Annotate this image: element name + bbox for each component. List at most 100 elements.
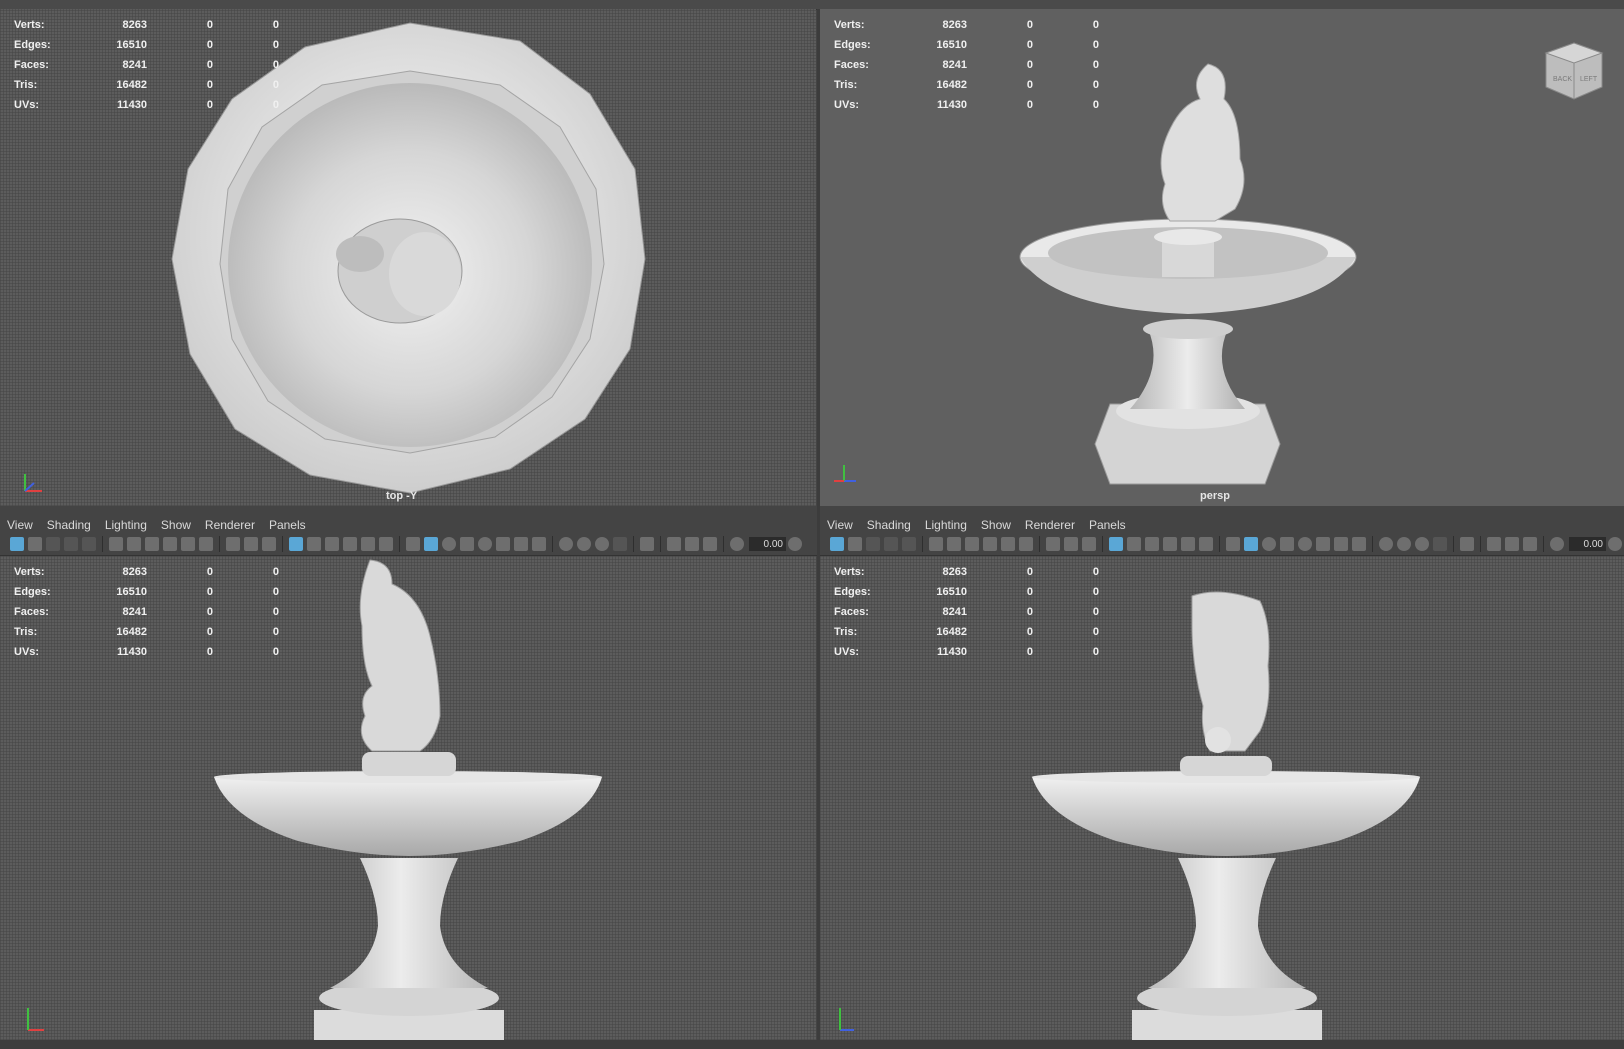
antialias-icon[interactable] — [1298, 537, 1312, 551]
flat-shade-icon[interactable] — [343, 537, 357, 551]
menu-item-panels[interactable]: Panels — [1082, 518, 1133, 532]
gamma-icon[interactable] — [1608, 537, 1622, 551]
bounding-box-icon[interactable] — [1181, 537, 1195, 551]
menu-item-panels[interactable]: Panels — [262, 518, 313, 532]
menu-item-show[interactable]: Show — [974, 518, 1018, 532]
grid-toggle-icon[interactable] — [289, 537, 303, 551]
menu-item-renderer[interactable]: Renderer — [198, 518, 262, 532]
view-cube-icon[interactable]: BACK LEFT — [1540, 37, 1610, 107]
use-default-material-icon[interactable] — [1505, 537, 1519, 551]
motion-blur-icon[interactable] — [460, 537, 474, 551]
select-camera-icon[interactable] — [10, 537, 24, 551]
camera-bookmark-icon[interactable] — [965, 537, 979, 551]
isolate-icon[interactable] — [559, 537, 573, 551]
xray-active-icon[interactable] — [613, 537, 627, 551]
exposure-icon[interactable] — [1550, 537, 1564, 551]
menu-item-lighting[interactable]: Lighting — [918, 518, 974, 532]
shadows-icon[interactable] — [1244, 537, 1258, 551]
textured-icon[interactable] — [1199, 537, 1213, 551]
textured-icon[interactable] — [379, 537, 393, 551]
menu-item-renderer[interactable]: Renderer — [1018, 518, 1082, 532]
2d-pan-icon[interactable] — [82, 537, 96, 551]
wireframe-on-shaded-icon[interactable] — [640, 537, 654, 551]
menu-item-lighting[interactable]: Lighting — [98, 518, 154, 532]
menu-item-show[interactable]: Show — [154, 518, 198, 532]
ambient-occlusion-icon[interactable] — [1262, 537, 1276, 551]
field-chart-icon[interactable] — [1046, 537, 1060, 551]
isolate-select-icon[interactable] — [577, 537, 591, 551]
safe-action-icon[interactable] — [1064, 537, 1078, 551]
film-gate-icon[interactable] — [983, 537, 997, 551]
lock-camera-icon[interactable] — [947, 537, 961, 551]
gate-mask-icon[interactable] — [1019, 537, 1033, 551]
resolution-gate-icon[interactable] — [181, 537, 195, 551]
field-chart-icon[interactable] — [226, 537, 240, 551]
depth-of-field-icon[interactable] — [1316, 537, 1330, 551]
lock-camera-icon[interactable] — [127, 537, 141, 551]
bookmark-icon[interactable] — [46, 537, 60, 551]
hud-stat-triangles: 0 — [1092, 646, 1099, 658]
safe-action-icon[interactable] — [244, 537, 258, 551]
default-light-icon[interactable] — [1523, 537, 1537, 551]
bounding-box-icon[interactable] — [361, 537, 375, 551]
xray-joints-icon[interactable] — [1352, 537, 1366, 551]
select-camera-icon[interactable] — [830, 537, 844, 551]
camera-attr-icon[interactable] — [28, 537, 42, 551]
flat-shade-icon[interactable] — [1163, 537, 1177, 551]
viewport-top[interactable]: Verts: 8263 0 0 Edges: 16510 0 0 Faces: 8241 0 0 Tri… — [0, 9, 816, 506]
default-light-icon[interactable] — [703, 537, 717, 551]
2d-pan-icon[interactable] — [902, 537, 916, 551]
wireframe-on-shaded-icon[interactable] — [1460, 537, 1474, 551]
motion-blur-icon[interactable] — [1280, 537, 1294, 551]
hud-stat-value: 8263 — [942, 19, 967, 31]
lighting-icon[interactable] — [1226, 537, 1240, 551]
xray-icon[interactable] — [514, 537, 528, 551]
gamma-icon[interactable] — [788, 537, 802, 551]
exposure-input[interactable]: 0.00 — [1569, 537, 1606, 551]
menu-item-view[interactable]: View — [0, 518, 40, 532]
shadows-icon[interactable] — [424, 537, 438, 551]
xray-active-icon[interactable] — [1433, 537, 1447, 551]
backface-icon[interactable] — [667, 537, 681, 551]
viewport-persp[interactable]: Verts: 8263 0 0 Edges: 16510 0 0 Faces: 8241 0 0 Tri… — [820, 9, 1624, 506]
isolate-select-icon[interactable] — [1397, 537, 1411, 551]
camera-attr-icon[interactable] — [848, 537, 862, 551]
menu-item-shading[interactable]: Shading — [40, 518, 98, 532]
viewport-front[interactable]: Verts: 8263 0 0 Edges: 16510 0 0 Faces: 8241 0 0 Tri… — [0, 556, 816, 1040]
use-default-material-icon[interactable] — [685, 537, 699, 551]
depth-of-field-icon[interactable] — [496, 537, 510, 551]
ambient-occlusion-icon[interactable] — [442, 537, 456, 551]
resolution-gate-icon[interactable] — [1001, 537, 1015, 551]
backface-icon[interactable] — [1487, 537, 1501, 551]
lighting-icon[interactable] — [406, 537, 420, 551]
viewport-divider[interactable] — [817, 9, 820, 1040]
image-plane-icon[interactable] — [64, 537, 78, 551]
gate-mask-icon[interactable] — [199, 537, 213, 551]
hud-icon[interactable] — [595, 537, 609, 551]
isolate-icon[interactable] — [1379, 537, 1393, 551]
xray-joints-icon[interactable] — [532, 537, 546, 551]
camera-bookmark-icon[interactable] — [145, 537, 159, 551]
hud-icon[interactable] — [1415, 537, 1429, 551]
antialias-icon[interactable] — [478, 537, 492, 551]
menu-item-shading[interactable]: Shading — [860, 518, 918, 532]
exposure-input[interactable]: 0.00 — [749, 537, 786, 551]
smooth-shade-icon[interactable] — [1145, 537, 1159, 551]
camera-icon[interactable] — [929, 537, 943, 551]
wireframe-icon[interactable] — [307, 537, 321, 551]
viewport-side[interactable]: Verts: 8263 0 0 Edges: 16510 0 0 Faces: 8241 0 0 Tri… — [820, 556, 1624, 1040]
exposure-icon[interactable] — [730, 537, 744, 551]
xray-icon[interactable] — [1334, 537, 1348, 551]
safe-title-icon[interactable] — [1082, 537, 1096, 551]
wireframe-icon[interactable] — [1127, 537, 1141, 551]
image-plane-icon[interactable] — [884, 537, 898, 551]
film-gate-icon[interactable] — [163, 537, 177, 551]
smooth-shade-icon[interactable] — [325, 537, 339, 551]
safe-title-icon[interactable] — [262, 537, 276, 551]
menu-item-view[interactable]: View — [820, 518, 860, 532]
camera-icon[interactable] — [109, 537, 123, 551]
hud-stat-selected: 0 — [1026, 99, 1033, 111]
poly-count-hud: Verts: 8263 0 0 Edges: 16510 0 0 Faces: 8241 0 0 Tri… — [14, 562, 279, 662]
bookmark-icon[interactable] — [866, 537, 880, 551]
grid-toggle-icon[interactable] — [1109, 537, 1123, 551]
